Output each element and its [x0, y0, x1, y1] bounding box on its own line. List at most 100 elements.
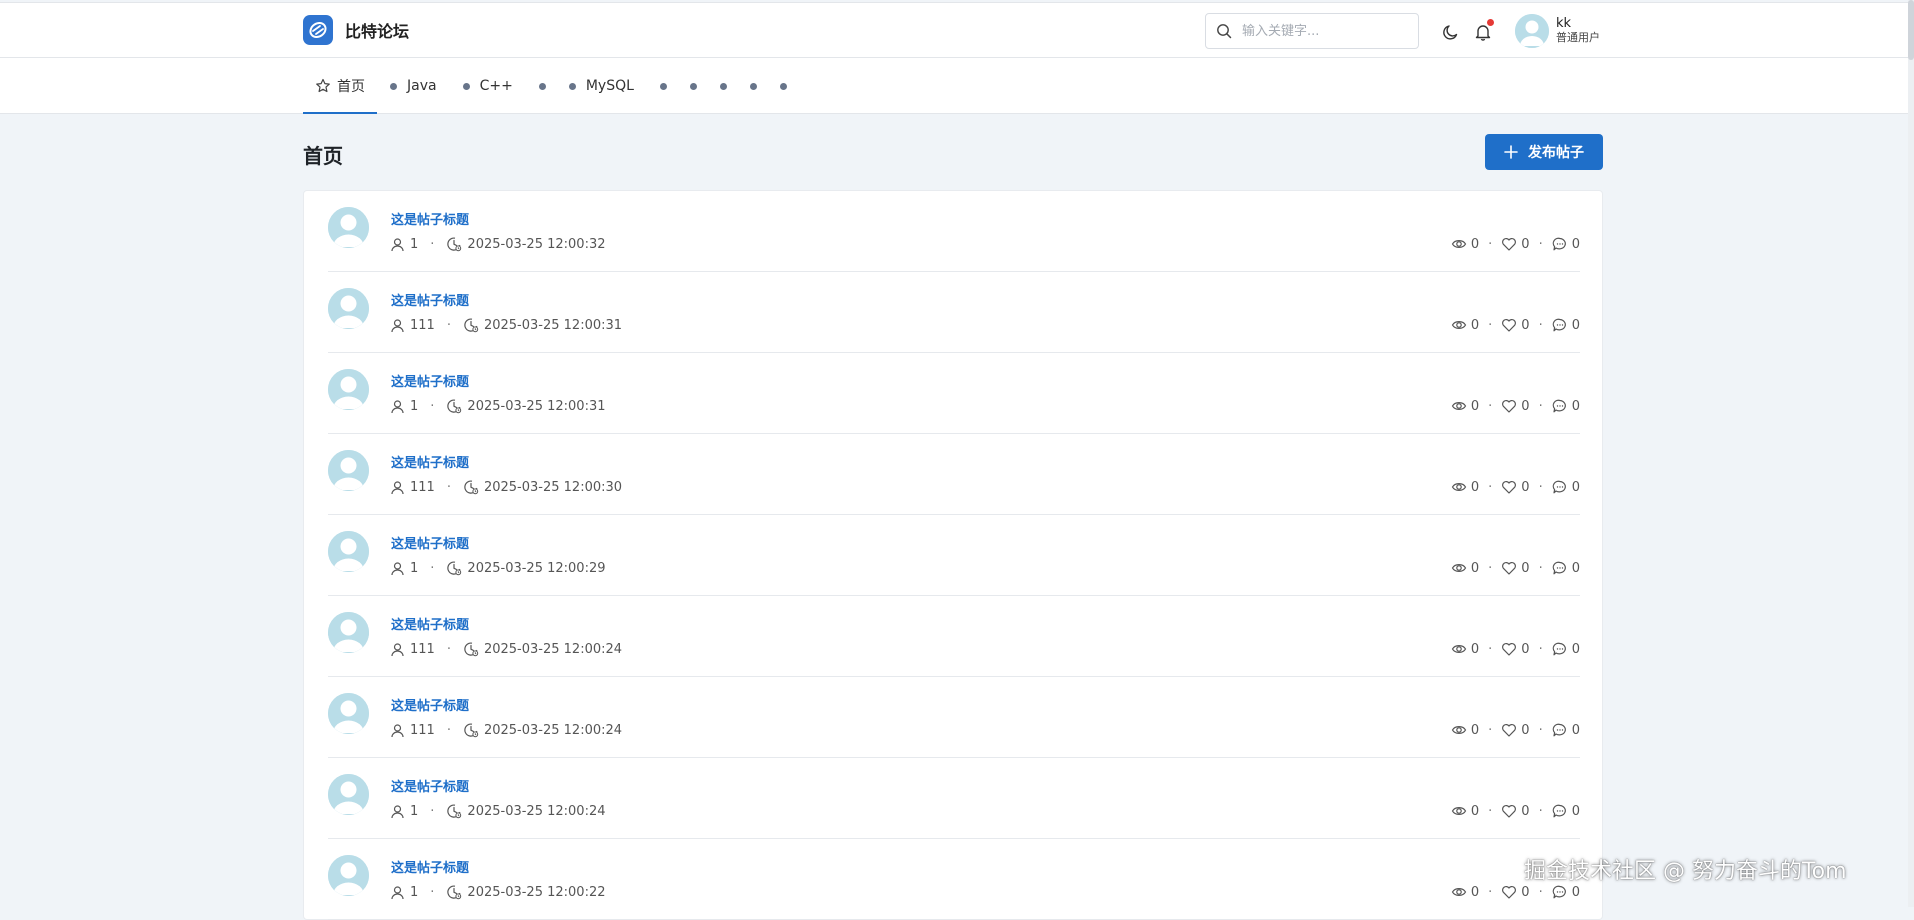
nav-dot-icon	[390, 82, 397, 90]
post-item[interactable]: 这是帖子标题 1 · 2025-03-25 12:00:22 0 · 0 · 0	[328, 839, 1580, 920]
post-title-link[interactable]: 这是帖子标题	[391, 857, 469, 876]
nav-item-4[interactable]: MySQL	[556, 58, 647, 114]
user-icon	[390, 318, 405, 333]
nav-item-3[interactable]	[526, 58, 556, 114]
post-author[interactable]: 111	[410, 723, 435, 738]
post-meta: 1 · 2025-03-25 12:00:22	[390, 884, 606, 900]
post-title-link[interactable]: 这是帖子标题	[391, 533, 469, 552]
brand[interactable]: 比特论坛	[303, 15, 409, 45]
post-title-link[interactable]: 这是帖子标题	[391, 614, 469, 633]
heart-icon[interactable]	[1501, 884, 1517, 900]
user-icon	[390, 480, 405, 495]
publish-post-button[interactable]: 发布帖子	[1485, 134, 1603, 170]
post-item[interactable]: 这是帖子标题 1 · 2025-03-25 12:00:29 0 · 0 · 0	[328, 515, 1580, 596]
nav-dot-icon	[659, 82, 667, 90]
scrollbar-thumb[interactable]	[1908, 0, 1914, 60]
author-avatar[interactable]	[328, 207, 369, 248]
post-item[interactable]: 这是帖子标题 111 · 2025-03-25 12:00:24 0 · 0 · 0	[328, 677, 1580, 758]
meta-separator: ·	[430, 803, 435, 819]
eye-icon	[1451, 317, 1467, 333]
author-avatar[interactable]	[328, 288, 369, 329]
heart-icon[interactable]	[1501, 803, 1517, 819]
meta-separator: ·	[430, 236, 435, 252]
eye-icon	[1451, 641, 1467, 657]
nav-item-2[interactable]: C++	[450, 58, 526, 114]
heart-icon[interactable]	[1501, 722, 1517, 738]
nav-item-1[interactable]: Java	[377, 58, 450, 114]
post-title-link[interactable]: 这是帖子标题	[391, 695, 469, 714]
comment-count: 0	[1571, 884, 1580, 900]
comment-icon[interactable]	[1552, 641, 1568, 657]
post-author[interactable]: 111	[410, 480, 435, 495]
post-author[interactable]: 1	[410, 885, 418, 900]
nav-item-9[interactable]	[767, 58, 797, 114]
eye-icon	[1451, 479, 1467, 495]
comment-icon[interactable]	[1552, 560, 1568, 576]
notifications-button[interactable]	[1472, 19, 1494, 43]
post-author[interactable]: 1	[410, 399, 418, 414]
post-title-link[interactable]: 这是帖子标题	[391, 371, 469, 390]
nav-item-7[interactable]	[707, 58, 737, 114]
like-count: 0	[1521, 803, 1530, 819]
post-item[interactable]: 这是帖子标题 111 · 2025-03-25 12:00:30 0 · 0 · 0	[328, 434, 1580, 515]
heart-icon[interactable]	[1501, 236, 1517, 252]
clock-icon	[446, 398, 462, 414]
nav-item-5[interactable]	[647, 58, 677, 114]
eye-icon	[1451, 236, 1467, 252]
post-title-link[interactable]: 这是帖子标题	[391, 452, 469, 471]
heart-icon[interactable]	[1501, 479, 1517, 495]
heart-icon[interactable]	[1501, 317, 1517, 333]
comment-icon[interactable]	[1552, 722, 1568, 738]
author-avatar[interactable]	[328, 450, 369, 491]
post-author[interactable]: 1	[410, 804, 418, 819]
post-title-link[interactable]: 这是帖子标题	[391, 290, 469, 309]
view-count: 0	[1470, 722, 1480, 738]
clock-icon	[463, 479, 479, 495]
heart-icon[interactable]	[1501, 398, 1517, 414]
author-avatar[interactable]	[328, 531, 369, 572]
author-avatar[interactable]	[328, 774, 369, 815]
comment-icon[interactable]	[1552, 398, 1568, 414]
post-item[interactable]: 这是帖子标题 111 · 2025-03-25 12:00:31 0 · 0 · 0	[328, 272, 1580, 353]
theme-toggle-button[interactable]	[1440, 21, 1462, 43]
comment-icon[interactable]	[1552, 317, 1568, 333]
stats-separator: ·	[1488, 479, 1493, 495]
comment-icon[interactable]	[1552, 479, 1568, 495]
stats-separator: ·	[1538, 803, 1543, 819]
post-item[interactable]: 这是帖子标题 1 · 2025-03-25 12:00:31 0 · 0 · 0	[328, 353, 1580, 434]
author-avatar[interactable]	[328, 855, 369, 896]
post-author[interactable]: 1	[410, 237, 418, 252]
stats-separator: ·	[1488, 236, 1493, 252]
post-item[interactable]: 这是帖子标题 1 · 2025-03-25 12:00:24 0 · 0 · 0	[328, 758, 1580, 839]
search-input[interactable]	[1240, 22, 1410, 40]
user-menu[interactable]: kk 普通用户	[1515, 14, 1600, 48]
post-author[interactable]: 111	[410, 642, 435, 657]
post-title-link[interactable]: 这是帖子标题	[391, 776, 469, 795]
post-meta: 111 · 2025-03-25 12:00:24	[390, 641, 622, 657]
heart-icon[interactable]	[1501, 560, 1517, 576]
eye-icon	[1451, 398, 1467, 414]
nav-item-0[interactable]: 首页	[303, 58, 377, 114]
post-item[interactable]: 这是帖子标题 111 · 2025-03-25 12:00:24 0 · 0 · 0	[328, 596, 1580, 677]
view-count: 0	[1470, 317, 1480, 333]
nav-item-6[interactable]	[677, 58, 707, 114]
comment-icon[interactable]	[1552, 884, 1568, 900]
page-scrollbar[interactable]	[1908, 0, 1914, 907]
post-author[interactable]: 111	[410, 318, 435, 333]
meta-separator: ·	[430, 884, 435, 900]
author-avatar[interactable]	[328, 612, 369, 653]
comment-count: 0	[1571, 236, 1580, 252]
search-box[interactable]	[1205, 13, 1419, 49]
post-title-link[interactable]: 这是帖子标题	[391, 209, 469, 228]
comment-icon[interactable]	[1552, 236, 1568, 252]
post-meta: 1 · 2025-03-25 12:00:29	[390, 560, 606, 576]
post-item[interactable]: 这是帖子标题 1 · 2025-03-25 12:00:32 0 · 0 · 0	[328, 191, 1580, 272]
author-avatar[interactable]	[328, 369, 369, 410]
post-author[interactable]: 1	[410, 561, 418, 576]
nav-item-8[interactable]	[737, 58, 767, 114]
author-avatar[interactable]	[328, 693, 369, 734]
comment-icon[interactable]	[1552, 803, 1568, 819]
heart-icon[interactable]	[1501, 641, 1517, 657]
nav-item-label: 首页	[337, 79, 365, 95]
post-stats: 0 · 0 · 0	[1451, 236, 1580, 252]
